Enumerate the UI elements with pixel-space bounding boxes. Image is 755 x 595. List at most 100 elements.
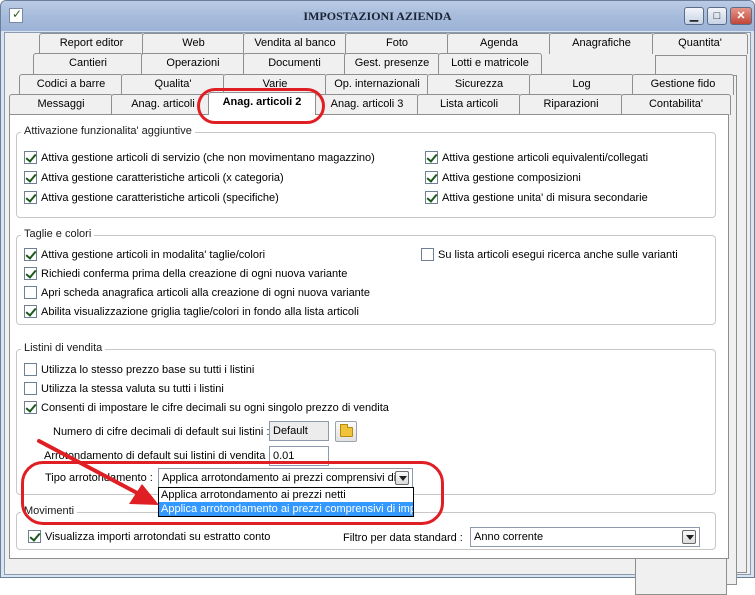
check-label: Attiva gestione articoli in modalita' ta… bbox=[41, 248, 266, 261]
group-title: Taglie e colori bbox=[21, 228, 95, 240]
group-listini: Listini di vendita Utilizza lo stesso pr… bbox=[16, 342, 716, 517]
title-bar[interactable]: IMPOSTAZIONI AZIENDA ▁ □ ✕ bbox=[1, 1, 754, 31]
check-label: Attiva gestione caratteristiche articoli… bbox=[41, 191, 279, 204]
check-stesso-prezzo[interactable]: Utilizza lo stesso prezzo base su tutti … bbox=[24, 363, 254, 376]
check-stessa-valuta[interactable]: Utilizza la stessa valuta su tutti i lis… bbox=[24, 382, 224, 395]
tipo-arrotondamento-value: Applica arrotondamento ai prezzi compren… bbox=[162, 472, 397, 484]
tab-vendita-al-banco[interactable]: Vendita al banco bbox=[243, 33, 347, 54]
tab-documenti[interactable]: Documenti bbox=[243, 53, 346, 74]
check-label: Attiva gestione articoli di servizio (ch… bbox=[41, 151, 375, 164]
check-label: Attiva gestione caratteristiche articoli… bbox=[41, 171, 284, 184]
check-label: Attiva gestione composizioni bbox=[442, 171, 581, 184]
arrotondamento-label: Arrotondamento di default sui listini di… bbox=[44, 450, 272, 462]
check-conferma-variante[interactable]: Richiedi conferma prima della creazione … bbox=[24, 267, 347, 280]
check-importi-arrotondati[interactable]: Visualizza importi arrotondati su estrat… bbox=[28, 530, 270, 543]
check-label: Apri scheda anagrafica articoli alla cre… bbox=[41, 286, 370, 299]
group-taglie-colori: Taglie e colori Attiva gestione articoli… bbox=[16, 228, 716, 325]
checkbox[interactable] bbox=[24, 363, 37, 376]
group-title: Listini di vendita bbox=[21, 342, 106, 354]
checkbox[interactable] bbox=[425, 191, 438, 204]
checkbox[interactable] bbox=[421, 248, 434, 261]
checkbox[interactable] bbox=[24, 401, 37, 414]
window-title: IMPOSTAZIONI AZIENDA bbox=[303, 9, 452, 23]
check-taglie-colori[interactable]: Attiva gestione articoli in modalita' ta… bbox=[24, 248, 265, 261]
tab-gestione-fido[interactable]: Gestione fido bbox=[632, 74, 734, 95]
check-articoli-servizio[interactable]: Attiva gestione articoli di servizio (ch… bbox=[24, 151, 375, 164]
check-label: Utilizza lo stesso prezzo base su tutti … bbox=[41, 363, 255, 376]
folder-button[interactable] bbox=[335, 421, 357, 442]
checkbox[interactable] bbox=[28, 530, 41, 543]
tab-op-internazionali[interactable]: Op. internazionali bbox=[325, 74, 429, 95]
tab-anag-articoli[interactable]: Anag. articoli bbox=[111, 94, 215, 115]
tab-sicurezza[interactable]: Sicurezza bbox=[427, 74, 531, 95]
check-ricerca-varianti[interactable]: Su lista articoli esegui ricerca anche s… bbox=[421, 248, 678, 261]
tab-log[interactable]: Log bbox=[529, 74, 634, 95]
tab-report-editor[interactable]: Report editor bbox=[39, 33, 144, 54]
check-label: Abilita visualizzazione griglia taglie/c… bbox=[41, 305, 359, 318]
check-apri-scheda[interactable]: Apri scheda anagrafica articoli alla cre… bbox=[24, 286, 370, 299]
check-label: Attiva gestione unita' di misura seconda… bbox=[442, 191, 648, 204]
checkbox[interactable] bbox=[425, 151, 438, 164]
checkbox[interactable] bbox=[24, 248, 37, 261]
settings-window: IMPOSTAZIONI AZIENDA ▁ □ ✕ Report editor… bbox=[0, 0, 755, 595]
group-movimenti: Movimenti Visualizza importi arrotondati… bbox=[16, 505, 716, 550]
tab-panel-anag-articoli-2: Attivazione funzionalita' aggiuntive Att… bbox=[9, 114, 729, 559]
tab-lotti-e-matricole[interactable]: Lotti e matricole bbox=[438, 53, 542, 74]
checkbox[interactable] bbox=[425, 171, 438, 184]
checkbox[interactable] bbox=[24, 305, 37, 318]
arrotondamento-field[interactable]: 0.01 bbox=[269, 446, 329, 466]
tab-anagrafiche[interactable]: Anagrafiche bbox=[549, 33, 654, 54]
tab-codici-a-barre[interactable]: Codici a barre bbox=[19, 74, 123, 95]
tipo-arrotondamento-dropdown: Applica arrotondamento ai prezzi netti A… bbox=[158, 487, 414, 517]
decimali-label: Numero di cifre decimali di default sui … bbox=[53, 426, 270, 438]
check-composizioni[interactable]: Attiva gestione composizioni bbox=[425, 171, 581, 184]
decimali-field[interactable]: Default bbox=[269, 421, 329, 441]
tab-foto[interactable]: Foto bbox=[345, 33, 449, 54]
check-unita-secondarie[interactable]: Attiva gestione unita' di misura seconda… bbox=[425, 191, 648, 204]
tab-web[interactable]: Web bbox=[142, 33, 245, 54]
tab-messaggi[interactable]: Messaggi bbox=[9, 94, 113, 115]
dropdown-option[interactable]: Applica arrotondamento ai prezzi netti bbox=[159, 488, 413, 502]
tipo-arrotondamento-select[interactable]: Applica arrotondamento ai prezzi compren… bbox=[158, 468, 413, 488]
tab-anag-articoli-2[interactable]: Anag. articoli 2 bbox=[208, 92, 316, 115]
check-label: Attiva gestione articoli equivalenti/col… bbox=[442, 151, 649, 164]
tab-riparazioni[interactable]: Riparazioni bbox=[519, 94, 623, 115]
tab-lista-articoli[interactable]: Lista articoli bbox=[417, 94, 521, 115]
tab-quantita[interactable]: Quantita' bbox=[652, 33, 748, 54]
filtro-data-value: Anno corrente bbox=[474, 531, 544, 543]
check-griglia-taglie[interactable]: Abilita visualizzazione griglia taglie/c… bbox=[24, 305, 359, 318]
tab-agenda[interactable]: Agenda bbox=[447, 33, 551, 54]
tipo-arrotondamento-label: Tipo arrotondamento : bbox=[45, 472, 153, 484]
checkbox[interactable] bbox=[24, 382, 37, 395]
check-label: Richiedi conferma prima della creazione … bbox=[41, 267, 348, 280]
minimize-button[interactable]: ▁ bbox=[684, 7, 704, 25]
folder-icon bbox=[340, 424, 353, 437]
group-attivazione: Attivazione funzionalita' aggiuntive Att… bbox=[16, 125, 716, 218]
check-label: Consenti di impostare le cifre decimali … bbox=[41, 401, 389, 414]
chevron-down-icon[interactable] bbox=[395, 471, 409, 485]
filtro-data-select[interactable]: Anno corrente bbox=[470, 527, 700, 547]
checkbox[interactable] bbox=[24, 267, 37, 280]
checkbox[interactable] bbox=[24, 151, 37, 164]
checkbox[interactable] bbox=[24, 171, 37, 184]
maximize-button[interactable]: □ bbox=[707, 7, 727, 25]
check-caratteristiche-specifiche[interactable]: Attiva gestione caratteristiche articoli… bbox=[24, 191, 279, 204]
check-cifre-decimali[interactable]: Consenti di impostare le cifre decimali … bbox=[24, 401, 389, 414]
check-label: Su lista articoli esegui ricerca anche s… bbox=[438, 248, 678, 261]
check-label: Visualizza importi arrotondati su estrat… bbox=[45, 530, 271, 543]
close-button[interactable]: ✕ bbox=[730, 7, 752, 25]
tab-cantieri[interactable]: Cantieri bbox=[33, 53, 143, 74]
check-label: Utilizza la stessa valuta su tutti i lis… bbox=[41, 382, 224, 395]
tab-contabilita[interactable]: Contabilita' bbox=[621, 94, 731, 115]
filtro-label: Filtro per data standard : bbox=[343, 532, 463, 544]
check-articoli-equivalenti[interactable]: Attiva gestione articoli equivalenti/col… bbox=[425, 151, 648, 164]
group-title: Movimenti bbox=[21, 505, 78, 517]
checkbox[interactable] bbox=[24, 191, 37, 204]
checkbox[interactable] bbox=[24, 286, 37, 299]
tab-operazioni[interactable]: Operazioni bbox=[141, 53, 245, 74]
chevron-down-icon[interactable] bbox=[682, 530, 696, 544]
tab-gest-presenze[interactable]: Gest. presenze bbox=[344, 53, 440, 74]
tab-anag-articoli-3[interactable]: Anag. articoli 3 bbox=[315, 94, 419, 115]
dropdown-option-selected[interactable]: Applica arrotondamento ai prezzi compren… bbox=[159, 502, 413, 516]
check-caratteristiche-categoria[interactable]: Attiva gestione caratteristiche articoli… bbox=[24, 171, 284, 184]
